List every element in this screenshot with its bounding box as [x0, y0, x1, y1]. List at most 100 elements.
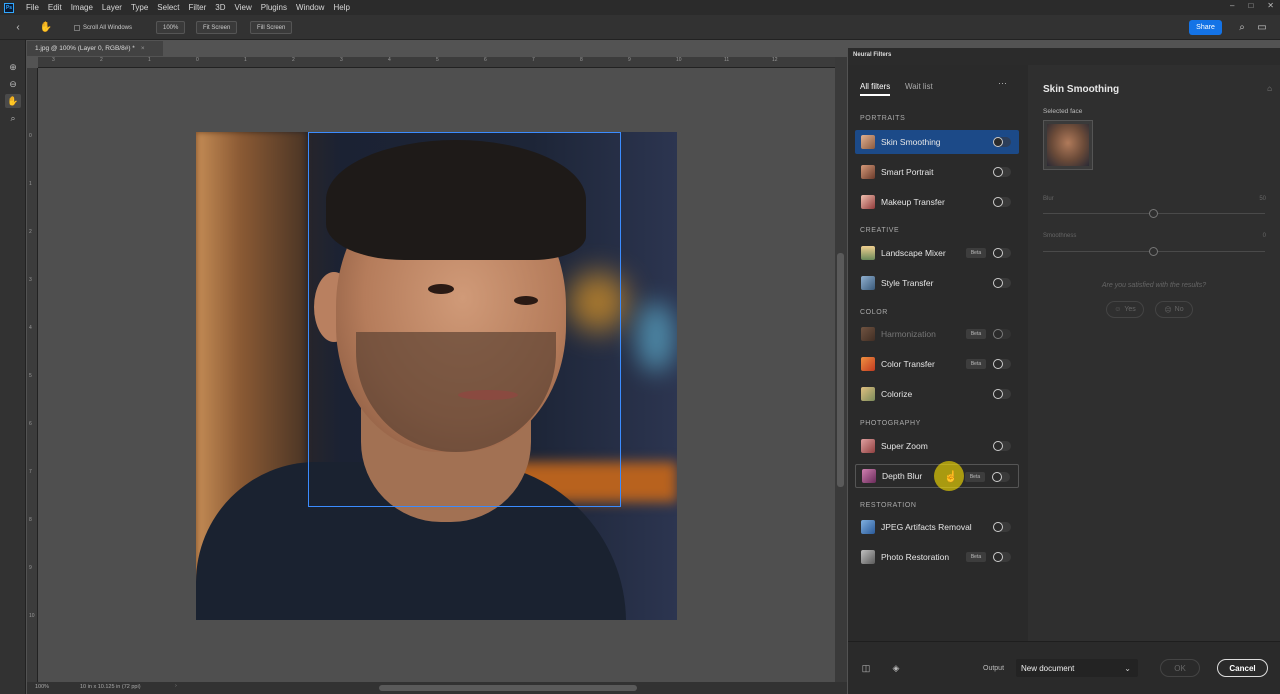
super-zoom-thumb-icon — [861, 439, 875, 453]
back-arrow-icon[interactable]: ‹ — [12, 21, 24, 33]
status-arrow-icon[interactable]: › — [175, 683, 177, 689]
fit-screen-button[interactable]: Fit Screen — [196, 21, 238, 34]
scroll-all-windows-checkbox[interactable]: Scroll All Windows — [74, 21, 132, 34]
filter-landscape-mixer[interactable]: Landscape Mixer Beta — [855, 241, 1019, 265]
selected-face-thumbnail[interactable] — [1043, 120, 1093, 170]
vertical-scrollbar[interactable] — [835, 57, 847, 682]
toggle-colorize[interactable] — [993, 389, 1011, 399]
ruler-left-tick: 6 — [29, 421, 32, 427]
beta-badge: Beta — [966, 359, 986, 369]
section-color: COLOR — [860, 309, 888, 316]
smoothness-slider-knob[interactable] — [1149, 247, 1158, 256]
toggle-jpeg-artifacts-removal[interactable] — [993, 522, 1011, 532]
toggle-color-transfer[interactable] — [993, 359, 1011, 369]
toggle-style-transfer[interactable] — [993, 278, 1011, 288]
toggle-harmonization[interactable] — [993, 329, 1011, 339]
ruler-top-tick: 10 — [676, 57, 682, 63]
menu-filter[interactable]: Filter — [189, 3, 207, 12]
horizontal-scrollbar-thumb[interactable] — [379, 685, 637, 691]
maximize-button[interactable]: □ — [1248, 1, 1253, 10]
menu-select[interactable]: Select — [157, 3, 179, 12]
ruler-left-tick: 10 — [29, 613, 35, 619]
menu-3d[interactable]: 3D — [215, 3, 225, 12]
filter-photo-restoration[interactable]: Photo Restoration Beta — [855, 545, 1019, 569]
canvas-area[interactable] — [38, 68, 835, 682]
filter-style-transfer[interactable]: Style Transfer — [855, 271, 1019, 295]
zoom-tool-icon[interactable]: ⌕ — [5, 111, 21, 125]
ruler-left-tick: 3 — [29, 277, 32, 283]
zoom-100-button[interactable]: 100% — [156, 21, 186, 34]
ruler-left-tick: 9 — [29, 565, 32, 571]
menu-layer[interactable]: Layer — [102, 3, 122, 12]
menu-help[interactable]: Help — [333, 3, 349, 12]
ruler-top-tick: 11 — [724, 57, 730, 63]
feedback-question: Are you satisfied with the results? — [1101, 282, 1207, 289]
filter-jpeg-artifacts-removal[interactable]: JPEG Artifacts Removal — [855, 515, 1019, 539]
menu-window[interactable]: Window — [296, 3, 324, 12]
status-bar: 100% 10 in x 10.125 in (72 ppi) › — [27, 682, 847, 694]
portrait-photo[interactable] — [196, 132, 677, 620]
hand-tool-icon[interactable]: ✋ — [40, 21, 52, 33]
ok-button[interactable]: OK — [1160, 659, 1200, 677]
menu-view[interactable]: View — [235, 3, 252, 12]
ruler-left-tick: 1 — [29, 181, 32, 187]
document-tab[interactable]: 1.jpg @ 100% (Layer 0, RGB/8#) * × — [27, 41, 163, 56]
workspace-icon[interactable]: ▭ — [1256, 21, 1268, 33]
neural-filters-list: All filters Wait list ··· PORTRAITS Skin… — [848, 65, 1028, 641]
toggle-depth-blur[interactable] — [992, 472, 1010, 482]
toggle-landscape-mixer[interactable] — [993, 248, 1011, 258]
menu-plugins[interactable]: Plugins — [261, 3, 287, 12]
blur-slider-knob[interactable] — [1149, 209, 1158, 218]
toggle-smart-portrait[interactable] — [993, 167, 1011, 177]
toggle-makeup-transfer[interactable] — [993, 197, 1011, 207]
cancel-button[interactable]: Cancel — [1217, 659, 1268, 677]
no-button[interactable]: ☹ No — [1155, 301, 1193, 318]
comment-icon[interactable]: ⌂ — [1267, 84, 1272, 93]
hand-tool-icon[interactable]: ✋ — [5, 94, 21, 108]
output-select[interactable]: New document ⌄ — [1016, 659, 1138, 677]
chevron-down-icon: ⌄ — [1124, 663, 1131, 673]
face-detection-box — [308, 132, 621, 507]
ruler-top-tick: 5 — [436, 57, 439, 63]
layers-icon[interactable]: ◈ — [889, 661, 903, 675]
filter-harmonization[interactable]: Harmonization Beta — [855, 322, 1019, 346]
minimize-button[interactable]: – — [1230, 1, 1234, 10]
toggle-skin-smoothing[interactable] — [993, 137, 1011, 147]
toggle-photo-restoration[interactable] — [993, 552, 1011, 562]
filter-label: Skin Smoothing — [881, 137, 941, 147]
filter-label: JPEG Artifacts Removal — [881, 522, 972, 532]
search-icon[interactable]: ⌕ — [1236, 21, 1248, 33]
menu-type[interactable]: Type — [131, 3, 148, 12]
ruler-top-tick: 9 — [628, 57, 631, 63]
toggle-super-zoom[interactable] — [993, 441, 1011, 451]
yes-button[interactable]: ☺ Yes — [1106, 301, 1144, 318]
menu-edit[interactable]: Edit — [48, 3, 62, 12]
more-options-icon[interactable]: ··· — [998, 78, 1007, 88]
zoom-in-tool-icon[interactable]: ⊕ — [5, 60, 21, 74]
menu-file[interactable]: File — [26, 3, 39, 12]
fill-screen-button[interactable]: Fill Screen — [250, 21, 293, 34]
preview-toggle-icon[interactable]: ◫ — [859, 661, 873, 675]
tools-panel: ⊕ ⊖ ✋ ⌕ — [0, 40, 26, 694]
filter-label: Harmonization — [881, 329, 936, 339]
menu-image[interactable]: Image — [71, 3, 93, 12]
filter-makeup-transfer[interactable]: Makeup Transfer — [855, 190, 1019, 214]
share-button[interactable]: Share — [1189, 20, 1222, 35]
close-window-button[interactable]: ✕ — [1267, 1, 1274, 10]
ruler-top-tick: 2 — [100, 57, 103, 63]
ruler-top-tick: 1 — [244, 57, 247, 63]
filter-colorize[interactable]: Colorize — [855, 382, 1019, 406]
tab-all-filters[interactable]: All filters — [860, 82, 891, 96]
neural-filters-footer: ◫ ◈ Output New document ⌄ OK Cancel — [848, 641, 1280, 694]
vertical-scrollbar-thumb[interactable] — [837, 253, 844, 487]
close-tab-icon[interactable]: × — [141, 45, 145, 52]
filter-super-zoom[interactable]: Super Zoom — [855, 434, 1019, 458]
filter-label: Style Transfer — [881, 278, 934, 288]
filter-smart-portrait[interactable]: Smart Portrait — [855, 160, 1019, 184]
filter-skin-smoothing[interactable]: Skin Smoothing — [855, 130, 1019, 154]
hand-cursor-icon: ☝ — [944, 471, 958, 483]
filter-color-transfer[interactable]: Color Transfer Beta — [855, 352, 1019, 376]
tab-wait-list[interactable]: Wait list — [905, 82, 933, 91]
zoom-out-tool-icon[interactable]: ⊖ — [5, 77, 21, 91]
status-zoom[interactable]: 100% — [35, 684, 49, 690]
